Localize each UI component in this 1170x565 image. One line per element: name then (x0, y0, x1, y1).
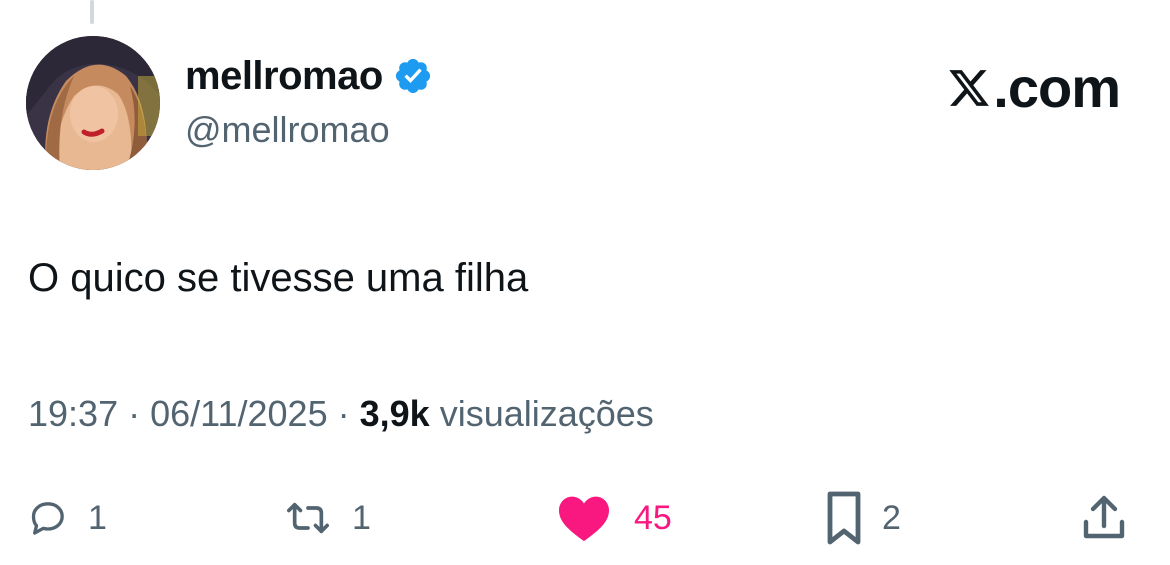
like-button[interactable]: 45 (554, 490, 672, 546)
share-button[interactable] (1082, 490, 1126, 546)
x-logo-icon (949, 70, 990, 106)
author-display-name[interactable]: mellromao (185, 52, 433, 100)
bookmark-icon (827, 491, 861, 545)
tweet-text: O quico se tivesse uma filha (28, 256, 529, 300)
retweet-count: 1 (352, 499, 371, 537)
like-count: 45 (634, 499, 672, 537)
thread-connector-line (90, 0, 94, 24)
avatar[interactable] (26, 36, 160, 170)
author-handle[interactable]: @mellromao (185, 107, 390, 153)
bookmark-count: 2 (882, 499, 901, 537)
reply-count: 1 (88, 499, 107, 537)
avatar-image (26, 36, 160, 170)
views-label: visualizações (429, 393, 654, 434)
meta-separator: · (327, 393, 360, 434)
tweet-date[interactable]: 06/11/2025 (150, 393, 328, 434)
retweet-button[interactable]: 1 (284, 490, 371, 546)
verified-badge-icon (395, 58, 430, 94)
retweet-icon (287, 502, 329, 534)
share-icon (1083, 495, 1125, 539)
meta-separator: · (118, 393, 151, 434)
brand-domain-text: .com (993, 56, 1121, 119)
brand-watermark: .com (947, 56, 1121, 119)
reply-icon (31, 502, 64, 535)
views-count: 3,9k (359, 393, 430, 434)
bookmark-button[interactable]: 2 (826, 490, 901, 546)
tweet-meta: 19:37 · 06/11/2025 · 3,9k visualizações (28, 390, 654, 438)
tweet-actions-bar: 1 1 45 2 (0, 482, 1170, 552)
heart-icon (559, 496, 609, 542)
tweet-time[interactable]: 19:37 (28, 393, 118, 434)
author-name-text[interactable]: mellromao (185, 52, 383, 100)
reply-button[interactable]: 1 (28, 490, 107, 546)
